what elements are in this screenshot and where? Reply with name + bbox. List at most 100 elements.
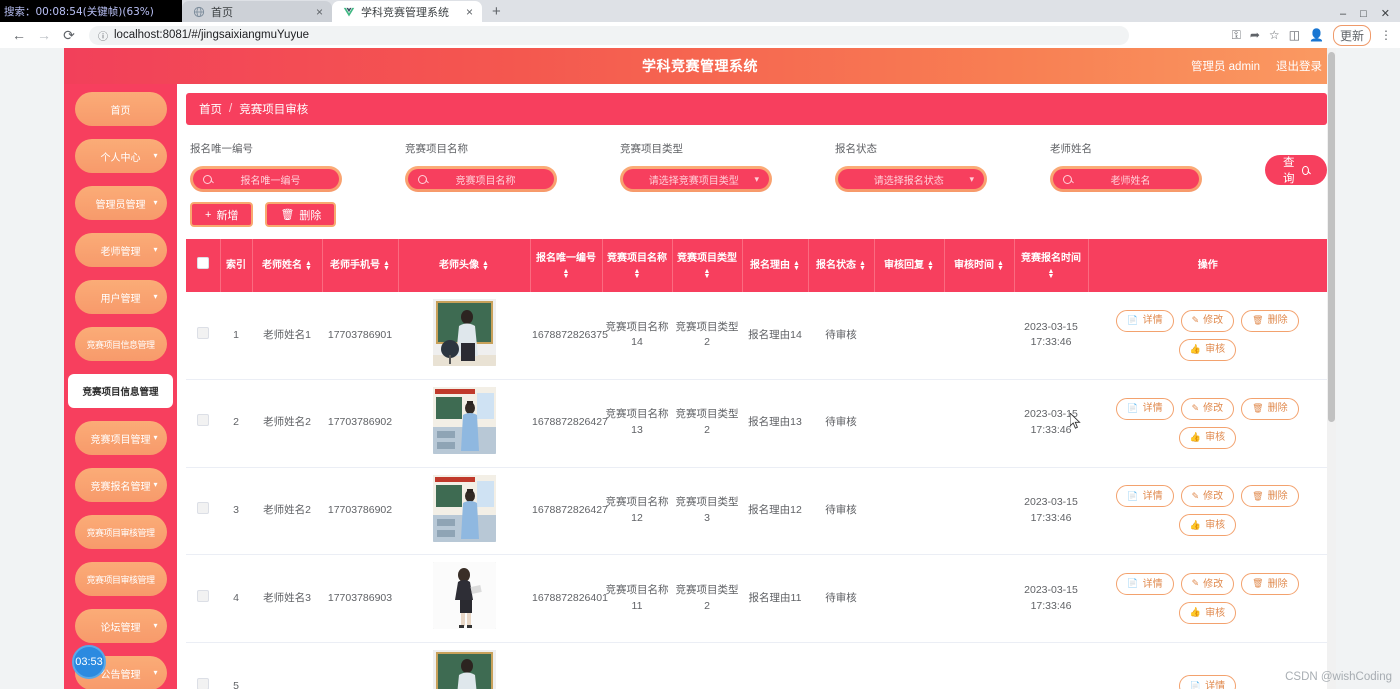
select-signup-status[interactable]: 请选择报名状态 ▾	[835, 166, 987, 192]
edit-button[interactable]: ✎ 修改	[1180, 573, 1235, 596]
column-header-avatar[interactable]: 老师头像 ▲ ▼	[398, 239, 531, 292]
sidebar-subitem-project-review-management[interactable]: 竞赛项目审核管理	[74, 562, 167, 596]
search-input-reg-no[interactable]: 报名唯一编号	[190, 166, 342, 192]
sidebar-subitem-project-info-management[interactable]: 竞赛项目信息管理	[68, 374, 173, 408]
column-header-teacher-name[interactable]: 老师姓名 ▲ ▼	[252, 239, 323, 292]
row-select-cell	[186, 467, 220, 556]
window-minimize-button[interactable]: –	[1340, 8, 1346, 20]
forward-icon[interactable]: →	[35, 27, 53, 43]
tab-close-icon[interactable]: ×	[466, 6, 473, 18]
sort-icon[interactable]: ▲ ▼	[704, 268, 711, 280]
sort-icon[interactable]: ▲ ▼	[859, 260, 866, 272]
column-header-reg-no[interactable]: 报名唯一编号 ▲ ▼	[530, 239, 603, 292]
table-row[interactable]: 5 📄 详情	[186, 642, 1327, 689]
window-close-button[interactable]: ✕	[1381, 7, 1390, 20]
detail-button[interactable]: 📄 详情	[1116, 397, 1174, 420]
teacher-avatar-image[interactable]	[432, 386, 496, 454]
back-icon[interactable]: ←	[10, 27, 28, 43]
edit-button[interactable]: ✎ 修改	[1180, 309, 1235, 332]
share-icon[interactable]: ➦	[1250, 28, 1260, 42]
sort-icon[interactable]: ▲ ▼	[997, 260, 1004, 272]
sidebar-item-forum-management[interactable]: 论坛管理 ▾	[74, 609, 167, 643]
row-checkbox[interactable]	[197, 677, 209, 689]
breadcrumb-home[interactable]: 首页	[199, 101, 222, 117]
side-panel-icon[interactable]: ◫	[1289, 28, 1300, 42]
sort-icon[interactable]: ▲ ▼	[793, 260, 800, 272]
table-row[interactable]: 3 老师姓名2 17703786902 1678872826427 竞赛项目名称…	[186, 467, 1327, 556]
profile-icon[interactable]: 👤	[1309, 28, 1324, 42]
teacher-avatar-image[interactable]	[432, 299, 496, 366]
window-maximize-button[interactable]: □	[1360, 8, 1367, 20]
row-checkbox[interactable]	[197, 326, 209, 339]
row-checkbox[interactable]	[197, 414, 209, 427]
sort-icon[interactable]: ▲ ▼	[1048, 268, 1055, 280]
review-button[interactable]: 👍 审核	[1178, 426, 1237, 449]
sidebar-item-admin-management[interactable]: 管理员管理 ▾	[74, 186, 167, 220]
select-project-type[interactable]: 请选择竞赛项目类型 ▾	[620, 166, 772, 192]
column-header-signup-time[interactable]: 竞赛报名时间 ▲ ▼	[1014, 239, 1089, 292]
tab-close-icon[interactable]: ×	[316, 6, 323, 18]
info-circle-icon[interactable]: ⓘ	[98, 28, 108, 43]
sort-icon[interactable]: ▲ ▼	[383, 260, 390, 272]
teacher-avatar-image[interactable]	[432, 562, 496, 630]
column-header-project-type[interactable]: 竞赛项目类型 ▲ ▼	[672, 239, 743, 292]
table-row[interactable]: 2 老师姓名2 17703786902 1678872826427 竞赛项目名称…	[186, 379, 1327, 468]
sort-icon[interactable]: ▲ ▼	[563, 268, 570, 280]
sidebar-item-teacher-management[interactable]: 老师管理 ▾	[74, 233, 167, 267]
detail-button[interactable]: 📄 详情	[1178, 675, 1237, 689]
sort-icon[interactable]: ▲ ▼	[927, 260, 934, 272]
reload-icon[interactable]: ⟳	[60, 27, 78, 44]
delete-row-button[interactable]: 🗑 删除	[1241, 485, 1299, 508]
logout-button[interactable]: 退出登录	[1276, 58, 1322, 74]
teacher-avatar-image[interactable]	[432, 474, 496, 542]
delete-row-button[interactable]: 🗑 删除	[1241, 573, 1299, 596]
review-button[interactable]: 👍 审核	[1178, 514, 1237, 537]
review-button[interactable]: 👍 审核	[1178, 602, 1237, 625]
sort-icon[interactable]: ▲ ▼	[634, 268, 641, 280]
sidebar-item-personal-center[interactable]: 个人中心 ▾	[74, 139, 167, 173]
edit-button[interactable]: ✎ 修改	[1180, 397, 1235, 420]
table-row[interactable]: 1 老师姓名1 17703786901 1678872826375 竞赛项目名称…	[186, 292, 1327, 380]
select-all-checkbox[interactable]	[196, 257, 209, 270]
sidebar-item-user-management[interactable]: 用户管理 ▾	[74, 280, 167, 314]
new-tab-button[interactable]: +	[492, 3, 501, 22]
star-icon[interactable]: ☆	[1269, 28, 1280, 42]
sidebar-item-home[interactable]: 首页	[74, 92, 167, 126]
column-header-review-time[interactable]: 审核时间 ▲ ▼	[944, 239, 1015, 292]
search-input-teacher-name[interactable]: 老师姓名	[1050, 166, 1202, 192]
column-header-status[interactable]: 报名状态 ▲ ▼	[808, 239, 875, 292]
key-icon[interactable]: ⚿	[1232, 28, 1241, 43]
address-bar[interactable]: ⓘ localhost:8081/#/jingsaixiangmuYuyue	[89, 25, 1129, 45]
query-button[interactable]: 查询	[1265, 155, 1327, 185]
detail-button[interactable]: 📄 详情	[1116, 309, 1174, 332]
table-row[interactable]: 4 老师姓名3 17703786903 1678872826401 竞赛项目名称…	[186, 554, 1327, 643]
browser-menu-icon[interactable]: ⋮	[1380, 28, 1392, 42]
column-header-project-name[interactable]: 竞赛项目名称 ▲ ▼	[602, 239, 673, 292]
sort-icon[interactable]: ▲ ▼	[305, 260, 312, 272]
sort-icon[interactable]: ▲ ▼	[482, 260, 489, 272]
review-button[interactable]: 👍 审核	[1178, 338, 1237, 361]
column-header-review-reply[interactable]: 审核回复 ▲ ▼	[874, 239, 945, 292]
delete-row-button[interactable]: 🗑 删除	[1241, 397, 1299, 420]
delete-button[interactable]: 🗑 删除	[265, 202, 337, 227]
delete-row-button[interactable]: 🗑 删除	[1241, 309, 1299, 332]
row-checkbox[interactable]	[197, 502, 209, 514]
search-input-project-name[interactable]: 竞赛项目名称	[405, 166, 557, 192]
detail-button[interactable]: 📄 详情	[1116, 573, 1174, 596]
sidebar-item-signup-management[interactable]: 竞赛报名管理 ▾	[74, 468, 167, 502]
update-button[interactable]: 更新	[1332, 24, 1371, 46]
detail-button[interactable]: 📄 详情	[1116, 485, 1174, 508]
sidebar-item-project-review-management[interactable]: 竞赛项目审核管理	[74, 515, 167, 549]
page-scrollbar[interactable]	[1327, 48, 1336, 689]
browser-tab-2[interactable]: 学科竞赛管理系统 ×	[332, 1, 482, 22]
column-header-phone[interactable]: 老师手机号 ▲ ▼	[322, 239, 399, 292]
teacher-avatar-image[interactable]	[432, 650, 496, 689]
scrollbar-thumb[interactable]	[1328, 52, 1335, 422]
browser-tab-1[interactable]: 首页 ×	[182, 1, 332, 22]
column-header-reason[interactable]: 报名理由 ▲ ▼	[742, 239, 809, 292]
row-checkbox[interactable]	[197, 589, 209, 602]
sidebar-item-project-info-management[interactable]: 竞赛项目信息管理	[74, 327, 167, 361]
add-button[interactable]: + 新增	[190, 202, 254, 227]
edit-button[interactable]: ✎ 修改	[1180, 485, 1235, 508]
sidebar-item-project-management[interactable]: 竞赛项目管理 ▾	[74, 421, 167, 455]
